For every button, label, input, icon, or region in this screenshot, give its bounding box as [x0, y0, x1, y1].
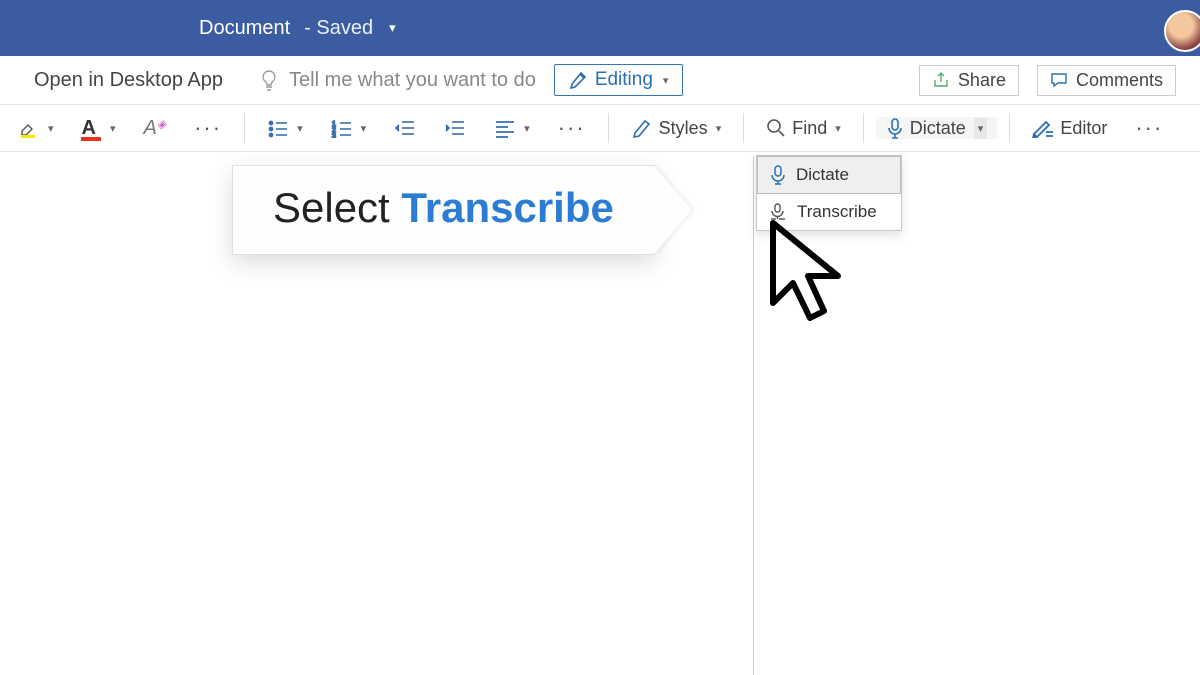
search-icon: [766, 118, 786, 138]
separator: [1009, 113, 1010, 143]
comments-label: Comments: [1076, 70, 1163, 91]
clear-formatting-button[interactable]: A◈: [134, 117, 177, 140]
callout-prefix: Select: [273, 184, 401, 231]
chevron-down-icon: ▾: [297, 122, 303, 135]
separator: [244, 113, 245, 143]
open-in-desktop-button[interactable]: Open in Desktop App: [34, 69, 223, 92]
page-boundary: [753, 156, 754, 675]
editing-label: Editing: [595, 69, 653, 91]
highlight-color-button[interactable]: ▾: [8, 117, 64, 139]
chevron-down-icon: ▾: [524, 122, 530, 135]
more-font-button[interactable]: ···: [184, 115, 232, 141]
dictate-item-label: Dictate: [796, 165, 849, 185]
numbering-button[interactable]: 123 ▾: [321, 118, 377, 138]
svg-text:3: 3: [332, 133, 336, 138]
find-label: Find: [792, 118, 827, 139]
editor-icon: [1032, 118, 1054, 138]
dropdown-item-dictate[interactable]: Dictate: [757, 156, 901, 194]
chevron-down-icon: ▾: [663, 74, 669, 87]
styles-label: Styles: [659, 118, 708, 139]
chevron-down-icon: ▾: [48, 122, 54, 135]
styles-icon: [631, 117, 653, 139]
saved-status: - Saved: [304, 17, 373, 40]
share-button[interactable]: Share: [919, 65, 1019, 96]
callout-highlight: Transcribe: [401, 184, 613, 231]
comment-icon: [1050, 71, 1068, 89]
command-bar: Open in Desktop App Tell me what you wan…: [0, 56, 1200, 105]
decrease-indent-button[interactable]: [384, 118, 426, 138]
chevron-down-icon: ▾: [110, 122, 116, 135]
align-button[interactable]: ▾: [484, 118, 540, 138]
styles-button[interactable]: Styles ▾: [621, 117, 732, 139]
clear-format-icon: A◈: [144, 117, 167, 140]
microphone-icon: [770, 165, 786, 185]
numbering-icon: 123: [331, 118, 353, 138]
bullets-icon: [267, 118, 289, 138]
instruction-callout: Select Transcribe: [232, 165, 655, 255]
microphone-icon: [886, 117, 904, 139]
find-button[interactable]: Find ▾: [756, 118, 851, 139]
ribbon-toolbar: ▾ A ▾ A◈ ··· ▾ 123▾ ▾ ··· Styles▾ Find▾ …: [0, 105, 1200, 152]
callout-arrow-icon: [654, 166, 692, 254]
separator: [608, 113, 609, 143]
user-avatar[interactable]: [1164, 10, 1200, 52]
indent-icon: [444, 118, 466, 138]
chevron-down-icon: ▾: [835, 122, 841, 135]
separator: [863, 113, 864, 143]
cursor-pointer-icon: [768, 218, 858, 343]
pencil-icon: [569, 71, 587, 89]
outdent-icon: [394, 118, 416, 138]
chevron-down-icon: ▾: [716, 122, 722, 135]
separator: [743, 113, 744, 143]
bullets-button[interactable]: ▾: [257, 118, 313, 138]
share-icon: [932, 71, 950, 89]
align-left-icon: [494, 118, 516, 138]
document-name: Document: [199, 17, 290, 40]
dictate-button[interactable]: Dictate ▾: [876, 117, 998, 139]
editor-label: Editor: [1060, 118, 1107, 139]
lightbulb-icon: [259, 69, 279, 91]
dictate-label: Dictate: [910, 118, 966, 139]
font-color-button[interactable]: A ▾: [72, 117, 126, 140]
tell-me-search[interactable]: Tell me what you want to do: [259, 69, 536, 92]
chevron-down-icon[interactable]: ▾: [389, 20, 396, 36]
chevron-down-icon[interactable]: ▾: [974, 118, 988, 139]
chevron-down-icon: ▾: [361, 122, 367, 135]
comments-button[interactable]: Comments: [1037, 65, 1176, 96]
font-color-icon: A: [82, 117, 96, 140]
editor-button[interactable]: Editor: [1022, 118, 1117, 139]
document-title-area[interactable]: Document - Saved ▾: [199, 17, 396, 40]
increase-indent-button[interactable]: [434, 118, 476, 138]
title-bar: Document - Saved ▾: [0, 0, 1200, 56]
tell-me-placeholder: Tell me what you want to do: [289, 69, 536, 92]
more-paragraph-button[interactable]: ···: [548, 115, 596, 141]
share-label: Share: [958, 70, 1006, 91]
editing-mode-button[interactable]: Editing ▾: [554, 64, 684, 96]
highlight-icon: [18, 117, 40, 139]
more-ribbon-button[interactable]: ···: [1125, 115, 1173, 141]
